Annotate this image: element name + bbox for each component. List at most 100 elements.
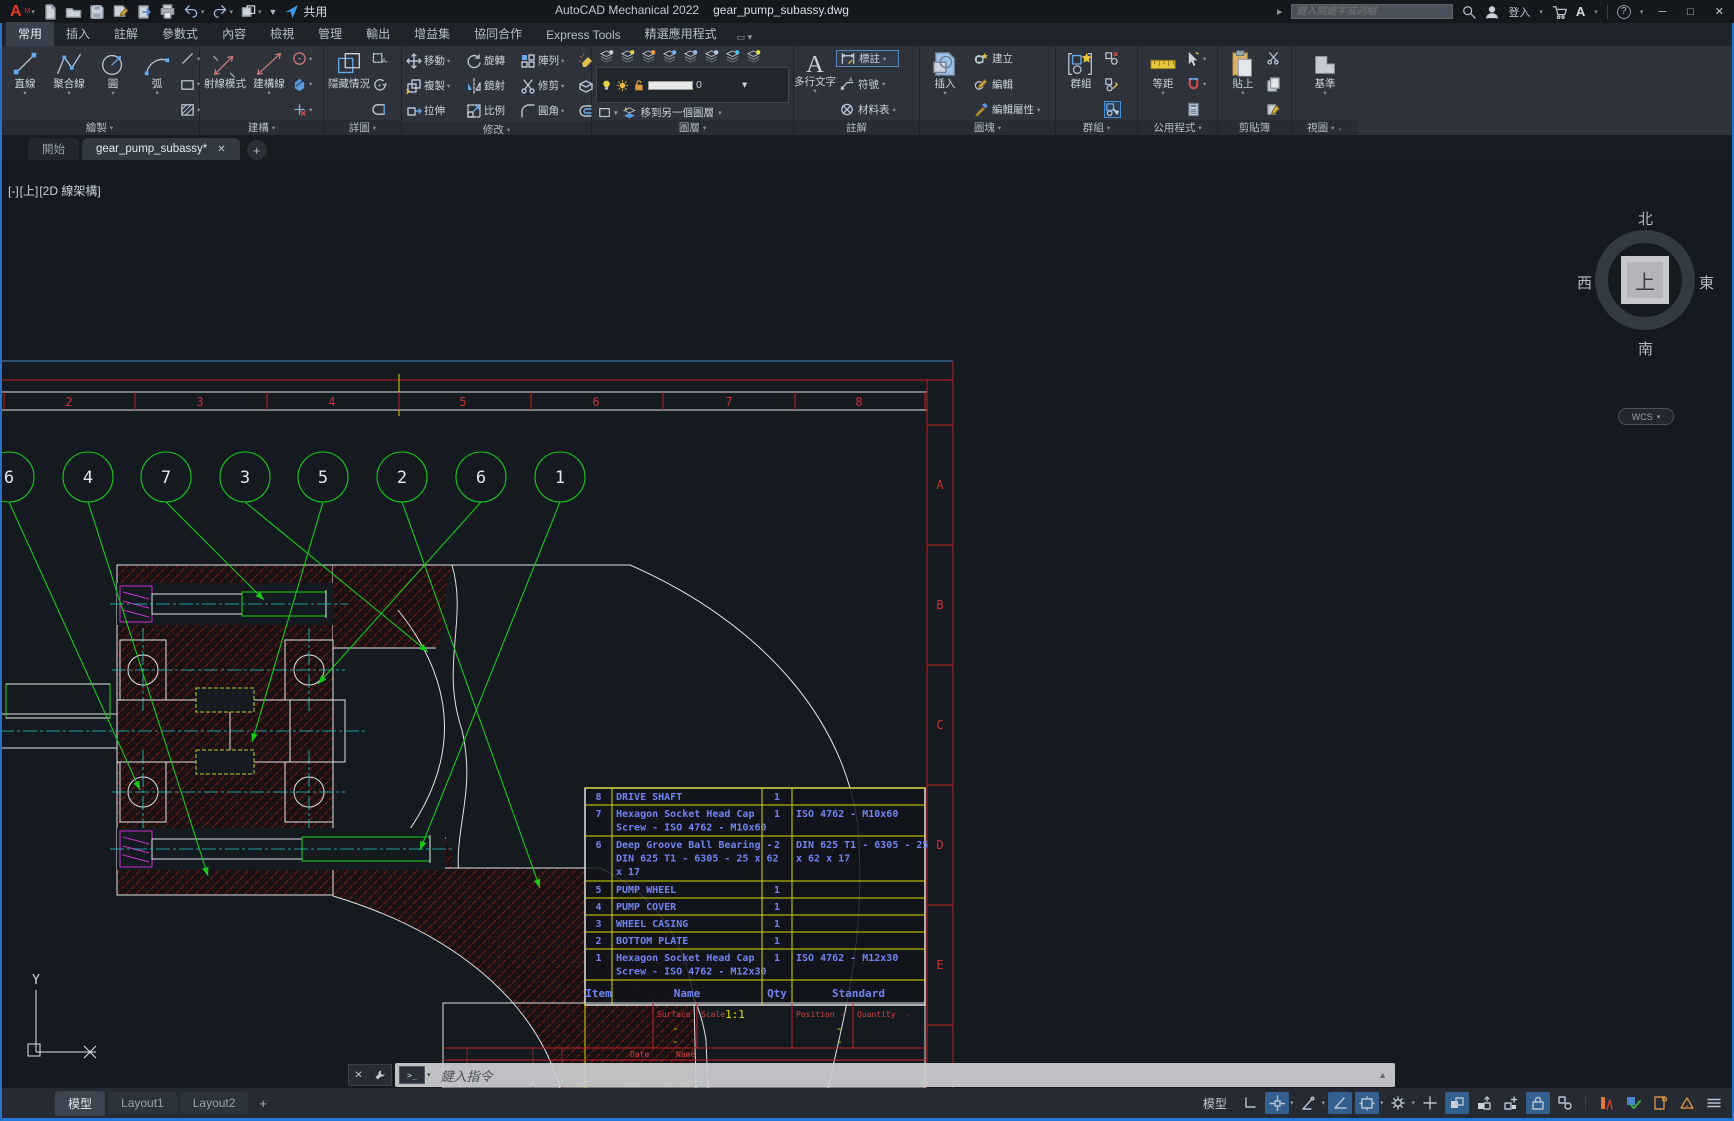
search-input[interactable] [1291, 4, 1453, 19]
mirror-button[interactable]: 鏡射 [466, 78, 518, 94]
file-tab-document[interactable]: gear_pump_subassy*✕ [82, 138, 240, 160]
construction-hatch-button[interactable]: ▾ [292, 76, 312, 93]
new-drawing-tab-button[interactable]: + [247, 140, 267, 160]
create-block-button[interactable]: 建立 [970, 50, 1043, 67]
group-button[interactable]: 群組 [1060, 49, 1102, 120]
construction-circle-button[interactable]: ▾ [292, 50, 312, 67]
drawing-sheet[interactable]: 2345678ABCDE 64735261 8DRIVE SHAFT17Hexa… [0, 160, 1734, 1088]
new-file-icon[interactable] [42, 4, 58, 20]
balloon-2[interactable]: 2 [377, 452, 540, 888]
polar-tracking-icon[interactable] [1296, 1092, 1320, 1114]
close-button[interactable]: ✕ [1709, 5, 1730, 18]
bom-button[interactable]: 材料表▾ [836, 101, 899, 118]
signin-button[interactable]: 登入 [1508, 4, 1530, 20]
insert-block-button[interactable]: 插入▾ [924, 49, 966, 120]
command-line[interactable]: >_ ▾ 鍵入指令 ▲ [395, 1063, 1395, 1087]
panel-label-group[interactable]: 群組▾ [1056, 120, 1137, 135]
section-view-button[interactable]: A-A [372, 50, 388, 67]
minimize-button[interactable]: ─ [1652, 6, 1672, 18]
search-icon[interactable] [1462, 5, 1476, 19]
signin-dropdown-icon[interactable]: ▾ [1539, 8, 1543, 16]
dynamic-ucs-icon[interactable] [1499, 1092, 1523, 1114]
ribbon-tab-1[interactable]: 插入 [54, 22, 102, 46]
layout-tab-Layout1[interactable]: Layout1 [108, 1092, 177, 1114]
viewcube-west[interactable]: 西 [1577, 272, 1592, 293]
app-menu-button[interactable]: AM▾ [8, 3, 35, 21]
panel-label-detail[interactable]: 詳圖▾ [324, 120, 401, 135]
layer-state-button[interactable]: ▾ [598, 106, 618, 120]
wcs-dropdown[interactable]: WCS▾ [1618, 408, 1674, 425]
edit-attributes-button[interactable]: 編輯屬性▾ [970, 101, 1043, 118]
ribbon-tab-11[interactable]: 精選應用程式 [633, 22, 729, 46]
share-button[interactable]: 共用 [284, 3, 327, 20]
ungroup-button[interactable] [1104, 50, 1121, 67]
calculator-button[interactable] [1186, 101, 1206, 118]
viewcube-east[interactable]: 東 [1699, 272, 1714, 293]
customization-menu-icon[interactable] [1702, 1092, 1726, 1114]
trim-button[interactable]: 修剪▾ [520, 78, 576, 94]
ribbon-tab-10[interactable]: Express Tools [534, 25, 632, 46]
customization-gear-icon-dropdown[interactable]: ▾ [1411, 1099, 1415, 1107]
parts-list-table[interactable]: 8DRIVE SHAFT17Hexagon Socket Head CapScr… [585, 788, 928, 1005]
help-dropdown-icon[interactable]: ▾ [1640, 8, 1644, 16]
ribbon-options-button[interactable]: ▭ ▾ [729, 29, 761, 46]
panel-label-clipboard[interactable]: 剪貼簿 [1218, 120, 1291, 135]
cart-icon[interactable] [1552, 5, 1567, 19]
save-icon[interactable] [89, 4, 105, 20]
search-collapse-icon[interactable]: ▶ [1277, 8, 1282, 16]
layer-tool-icon-4[interactable] [682, 49, 699, 64]
grid-icon[interactable] [1238, 1092, 1262, 1114]
group-selection-toggle[interactable] [1104, 101, 1121, 118]
construction-line-button[interactable]: 建構線▾ [248, 49, 290, 120]
circle-button[interactable]: 圓▾ [92, 49, 134, 120]
command-history-icon[interactable]: ▲ [1378, 1070, 1387, 1080]
snap-magnet-button[interactable]: ▾ [1186, 76, 1206, 93]
panel-label-layers[interactable]: 圖層▾ [592, 120, 793, 135]
ribbon-tab-2[interactable]: 註解 [102, 22, 150, 46]
new-layout-button[interactable]: + [251, 1094, 275, 1113]
panel-label-annotate[interactable]: 註解 [794, 120, 919, 135]
match-properties-icon[interactable] [1266, 101, 1281, 118]
ucs-icon[interactable]: Y [28, 973, 96, 1058]
customize-wrench-icon[interactable] [374, 1069, 386, 1081]
file-tab-close-icon[interactable]: ✕ [217, 144, 225, 155]
viewport-view-control[interactable]: [上] [20, 184, 39, 198]
ribbon-tab-4[interactable]: 內容 [210, 22, 258, 46]
export-icon[interactable] [136, 4, 152, 20]
ribbon-tab-0[interactable]: 常用 [6, 22, 54, 46]
line-button[interactable]: 直線▾ [4, 49, 46, 120]
quick-select-button[interactable]: ▾ [1186, 50, 1206, 67]
apps-dropdown-icon[interactable]: ▾ [1594, 8, 1598, 16]
move-to-layer-dropdown-icon[interactable]: ▾ [718, 109, 722, 117]
rotate-button[interactable]: 旋轉 [466, 53, 518, 69]
print-icon[interactable] [159, 4, 176, 20]
crosshair-icon[interactable] [1418, 1092, 1442, 1114]
command-dropdown-icon[interactable]: ▾ [427, 1071, 431, 1079]
snap-icon[interactable] [1265, 1092, 1289, 1114]
detail-rotate-button[interactable] [372, 76, 388, 93]
close-command-icon[interactable]: ✕ [354, 1070, 362, 1081]
symbol-button[interactable]: A符號▾ [836, 76, 899, 93]
polar-tracking-icon-dropdown[interactable]: ▾ [1321, 1099, 1325, 1107]
stretch-button[interactable]: 拉伸 [406, 103, 464, 119]
detail-clip-button[interactable] [372, 101, 388, 118]
annotation-monitor-icon[interactable] [1648, 1092, 1672, 1114]
layer-tool-icon-6[interactable] [724, 49, 741, 64]
copy-button[interactable]: 複製▾ [406, 78, 464, 94]
ribbon-tab-5[interactable]: 檢視 [258, 22, 306, 46]
workspace-switching-icon[interactable] [1621, 1092, 1645, 1114]
object-snap-3d-icon[interactable] [1472, 1092, 1496, 1114]
snap-icon-dropdown[interactable]: ▾ [1290, 1099, 1294, 1107]
panel-label-draw[interactable]: 繪製▾ [0, 120, 199, 135]
panel-label-block[interactable]: 圖塊▾ [920, 120, 1055, 135]
erase-construction-button[interactable]: ▾ [292, 101, 312, 118]
polyline-button[interactable]: 聚合線▾ [48, 49, 90, 120]
group-edit-button[interactable] [1104, 76, 1121, 93]
ribbon-tab-9[interactable]: 協同合作 [462, 22, 534, 46]
ribbon-tab-7[interactable]: 輸出 [354, 22, 402, 46]
layer-tool-icon-3[interactable] [661, 49, 678, 64]
autodesk-icon[interactable]: A [1576, 4, 1585, 19]
clean-screen-icon[interactable] [1675, 1092, 1699, 1114]
panel-label-construct[interactable]: 建構▾ [200, 120, 323, 135]
scale-button[interactable]: 比例 [466, 103, 518, 119]
